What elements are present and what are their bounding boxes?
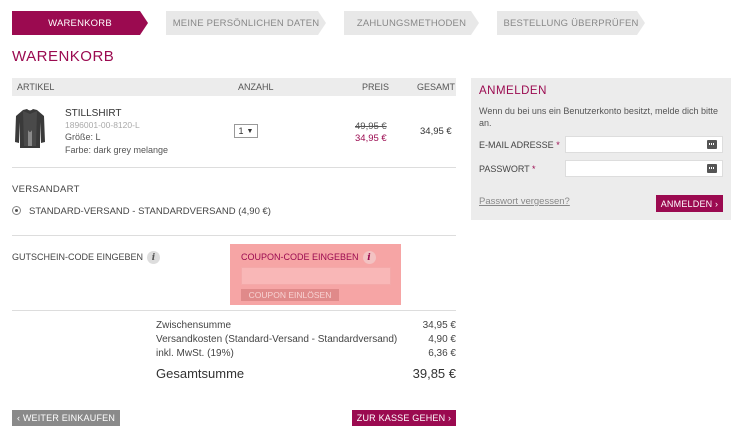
chevron-down-icon: ▼	[246, 127, 254, 135]
login-panel: ANMELDEN Wenn du bei uns ein Benutzerkon…	[471, 78, 731, 220]
grand-total-value: 39,85 €	[412, 366, 456, 381]
coupon-code-input[interactable]	[241, 267, 391, 285]
vat-value: 6,36 €	[428, 348, 456, 359]
step-payment-methods[interactable]: ZAHLUNGSMETHODEN	[344, 11, 479, 35]
shirt-icon[interactable]	[14, 108, 46, 150]
quantity-select[interactable]: 1 ▼	[234, 124, 258, 138]
info-icon[interactable]: i	[362, 251, 376, 264]
header-quantity: ANZAHL	[238, 82, 274, 92]
page-title: WARENKORB	[12, 48, 115, 65]
checkout-button[interactable]: ZUR KASSE GEHEN ›	[352, 410, 456, 426]
shipping-title: VERSANDART	[12, 184, 80, 195]
continue-shopping-button[interactable]: ‹ WEITER EINKAUFEN	[12, 410, 120, 426]
coupon-title: COUPON-CODE EINGEBEN i	[241, 251, 376, 264]
info-icon[interactable]: i	[147, 251, 161, 264]
step-personal-data[interactable]: MEINE PERSÖNLICHEN DATEN	[166, 11, 326, 35]
header-total: GESAMT	[417, 82, 456, 92]
required-mark: *	[532, 164, 536, 174]
shipping-option-label[interactable]: STANDARD-VERSAND - STANDARDVERSAND (4,90…	[29, 206, 271, 217]
subtotal-label: Zwischensumme	[156, 320, 232, 331]
header-price: PREIS	[362, 82, 390, 92]
redeem-coupon-button[interactable]: COUPON EINLÖSEN	[241, 289, 339, 301]
subtotal-value: 34,95 €	[422, 320, 456, 331]
step-cart[interactable]: WARENKORB	[12, 11, 148, 35]
divider	[12, 235, 456, 236]
item-sku: 1896001-00-8120-L	[65, 120, 140, 130]
password-label-text: PASSWORT	[479, 164, 530, 174]
shipping-cost-value: 4,90 €	[428, 334, 456, 345]
password-field[interactable]	[565, 160, 723, 177]
grand-total-label: Gesamtsumme	[156, 366, 245, 381]
cart-table-header: ARTIKEL ANZAHL PREIS GESAMT	[12, 78, 456, 96]
vat-label: inkl. MwSt. (19%)	[156, 348, 234, 359]
item-color: Farbe: dark grey melange	[65, 145, 169, 155]
item-name[interactable]: STILLSHIRT	[65, 108, 122, 119]
password-label: PASSWORT *	[479, 164, 536, 174]
step-review-order[interactable]: BESTELLUNG ÜBERPRÜFEN	[497, 11, 645, 35]
shipping-cost-label: Versandkosten (Standard-Versand - Standa…	[156, 334, 398, 345]
quantity-value: 1	[238, 126, 244, 136]
keyboard-icon[interactable]	[707, 140, 717, 149]
line-total: 34,95 €	[420, 126, 452, 137]
shipping-radio[interactable]	[12, 206, 21, 215]
sale-price: 34,95 €	[355, 133, 387, 144]
coupon-section: COUPON-CODE EINGEBEN i COUPON EINLÖSEN	[230, 244, 401, 305]
item-size: Größe: L	[65, 132, 101, 142]
checkout-steps: WARENKORB MEINE PERSÖNLICHEN DATEN ZAHLU…	[12, 11, 732, 35]
header-article: ARTIKEL	[17, 82, 55, 92]
login-button[interactable]: ANMELDEN ›	[656, 195, 723, 212]
voucher-label: GUTSCHEIN-CODE EINGEBEN i	[12, 251, 161, 264]
voucher-label-text: GUTSCHEIN-CODE EINGEBEN	[12, 251, 144, 262]
original-price: 49,95 €	[355, 121, 387, 132]
divider	[12, 310, 456, 311]
divider	[12, 167, 456, 168]
coupon-title-text: COUPON-CODE EINGEBEN	[241, 251, 359, 262]
keyboard-icon[interactable]	[707, 164, 717, 173]
required-mark: *	[556, 140, 560, 150]
email-field[interactable]	[565, 136, 723, 153]
login-intro: Wenn du bei uns ein Benutzerkonto besitz…	[479, 106, 718, 128]
email-label: E-MAIL ADRESSE *	[479, 140, 560, 150]
forgot-password-link[interactable]: Passwort vergessen?	[479, 196, 570, 207]
email-label-text: E-MAIL ADRESSE	[479, 140, 554, 150]
login-title: ANMELDEN	[479, 85, 547, 97]
